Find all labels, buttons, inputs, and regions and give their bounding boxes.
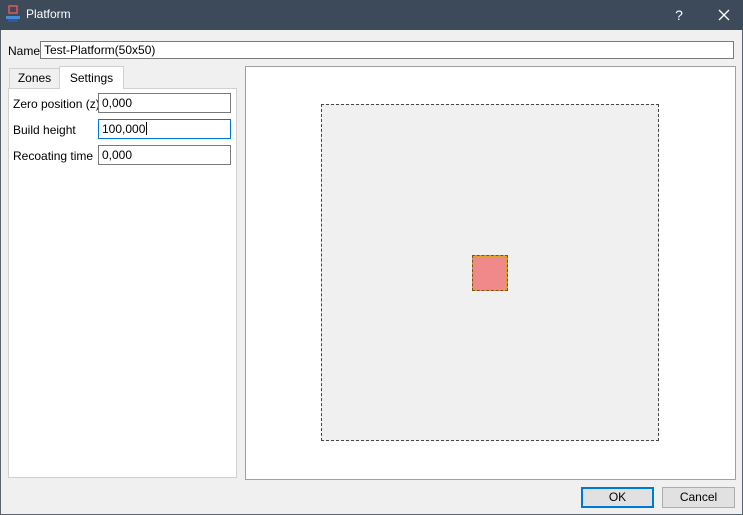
build-height-value: 100,000 (102, 122, 146, 136)
close-button[interactable] (706, 0, 742, 30)
recoating-time-label: Recoating time (13, 149, 94, 163)
cancel-button[interactable]: Cancel (662, 487, 735, 508)
help-button[interactable]: ? (662, 0, 696, 30)
build-height-label: Build height (13, 123, 76, 137)
zero-position-input[interactable] (98, 93, 231, 113)
zone-marker[interactable] (472, 255, 508, 291)
recoating-time-input[interactable] (98, 145, 231, 165)
zero-position-label: Zero position (z) (13, 97, 100, 111)
title-bar[interactable]: Platform ? (0, 0, 743, 30)
platform-app-icon (5, 5, 21, 23)
tab-zones[interactable]: Zones (9, 68, 60, 88)
name-label: Name (8, 44, 41, 58)
window-frame-left (0, 30, 1, 515)
tab-settings[interactable]: Settings (59, 66, 124, 89)
name-field[interactable] (40, 41, 734, 59)
close-icon (718, 9, 730, 21)
build-height-input[interactable]: 100,000 (98, 119, 231, 139)
window-title: Platform (26, 7, 71, 21)
ok-button[interactable]: OK (581, 487, 654, 508)
text-caret (146, 122, 148, 135)
